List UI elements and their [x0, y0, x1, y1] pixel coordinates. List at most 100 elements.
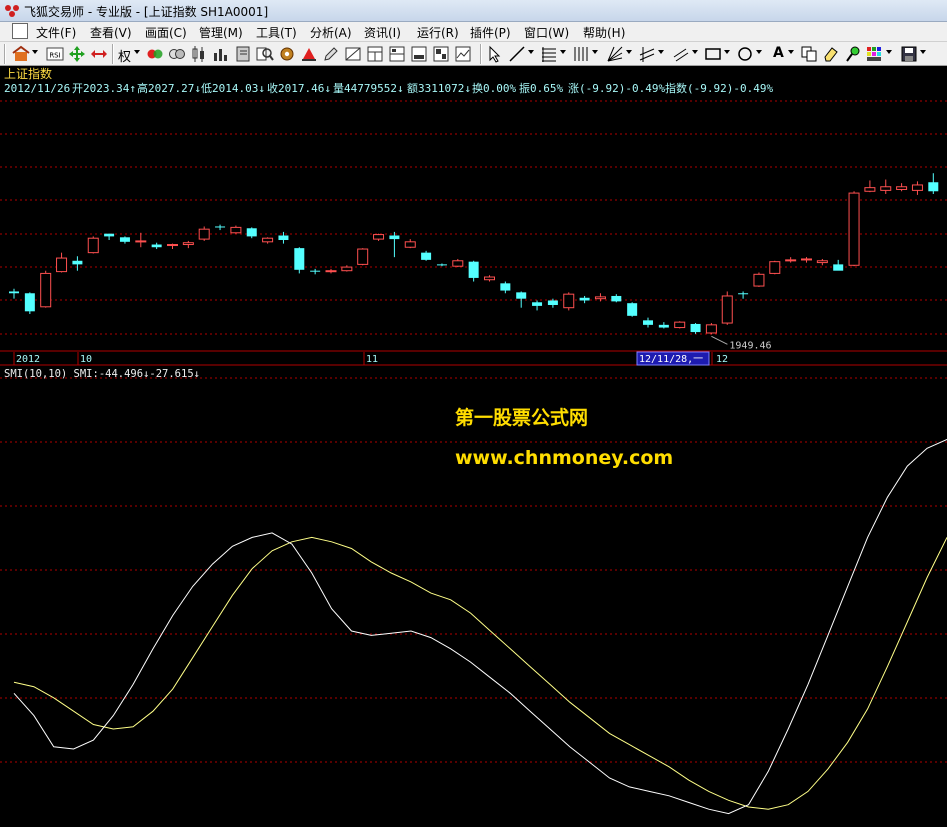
home-icon[interactable] — [12, 45, 30, 63]
menu-bar: 文件(F) 查看(V) 画面(C) 管理(M) 工具(T) 分析(A) 资讯(I… — [0, 22, 947, 42]
menu-manage[interactable]: 管理(M) — [199, 24, 243, 41]
layout-3-icon[interactable] — [410, 45, 428, 63]
line-tool-icon[interactable] — [508, 45, 526, 63]
candle-body — [896, 186, 908, 190]
text-tool-dropdown-icon[interactable] — [788, 50, 794, 54]
menu-file[interactable]: 文件(F) — [36, 24, 76, 41]
move-icon[interactable] — [68, 45, 86, 63]
channel-tool-dropdown-icon[interactable] — [658, 50, 664, 54]
menu-tools[interactable]: 工具(T) — [256, 24, 297, 41]
candle — [721, 291, 733, 325]
menu-run[interactable]: 运行(R) — [417, 24, 459, 41]
window-title: 飞狐交易师 - 专业版 - [上证指数 SH1A0001] — [24, 5, 269, 19]
candle — [769, 260, 781, 275]
candle-body — [658, 324, 669, 328]
candle-body — [452, 260, 464, 267]
line-tool-dropdown-icon[interactable] — [528, 50, 534, 54]
menu-info[interactable]: 资讯(I) — [364, 24, 401, 41]
search-icon[interactable] — [256, 45, 274, 63]
candle — [421, 250, 432, 261]
candle-body — [532, 302, 543, 306]
channel-tool-icon[interactable] — [638, 45, 656, 63]
candle — [452, 258, 464, 268]
pointer-icon[interactable] — [486, 45, 504, 63]
bars-icon[interactable] — [212, 45, 230, 63]
save-icon[interactable] — [900, 45, 918, 63]
candle-body — [627, 303, 638, 316]
candle-body — [705, 324, 717, 334]
candle — [373, 233, 385, 241]
rsi-icon[interactable]: RSI — [46, 45, 64, 63]
candle-body — [594, 296, 606, 300]
layout-2-icon[interactable] — [388, 45, 406, 63]
fan-tool-dropdown-icon[interactable] — [626, 50, 632, 54]
candle-body — [87, 237, 99, 254]
width-icon[interactable] — [90, 45, 108, 63]
rect-tool-dropdown-icon[interactable] — [724, 50, 730, 54]
candle — [500, 281, 511, 294]
layout-1-icon[interactable] — [366, 45, 384, 63]
candle-body — [738, 293, 749, 295]
fan-tool-icon[interactable] — [606, 45, 624, 63]
vlines-tool-dropdown-icon[interactable] — [592, 50, 598, 54]
app-logo-icon — [5, 5, 19, 17]
candle — [484, 275, 495, 282]
restore-rights-dropdown-icon[interactable] — [134, 50, 140, 54]
candle — [357, 248, 369, 266]
restore-rights-button[interactable]: 权 — [118, 46, 131, 65]
candle — [468, 260, 479, 282]
menu-view[interactable]: 查看(V) — [90, 24, 132, 41]
book-icon[interactable] — [234, 45, 252, 63]
text-tool-button[interactable]: A — [773, 45, 784, 61]
candle-body — [436, 264, 447, 266]
vlines-tool-icon[interactable] — [572, 45, 590, 63]
menu-plugins[interactable]: 插件(P) — [470, 24, 511, 41]
kline-icon[interactable] — [190, 45, 208, 63]
parallel-tool-dropdown-icon[interactable] — [692, 50, 698, 54]
palette-icon[interactable] — [866, 45, 884, 63]
candle — [579, 295, 590, 304]
info-line: 2012/11/26 开2023.34↑ 高2027.27↓ 低2014.03↓… — [4, 81, 773, 95]
price-grid — [0, 100, 947, 335]
mdi-child-icon[interactable] — [12, 23, 28, 39]
copy-icon[interactable] — [800, 45, 818, 63]
candle — [436, 263, 447, 267]
ruler-icon[interactable] — [344, 45, 362, 63]
parallel-tool-icon[interactable] — [672, 45, 690, 63]
info-date: 2012/11/26 — [4, 82, 70, 95]
pen-icon[interactable] — [322, 45, 340, 63]
overlay-icon[interactable] — [168, 45, 186, 63]
main-panel-title: 上证指数 — [4, 66, 52, 81]
chart-area[interactable]: 上证指数 2012/11/26 开2023.34↑ 高2027.27↓ 低201… — [0, 66, 947, 827]
save-dropdown-icon[interactable] — [920, 50, 926, 54]
candle — [753, 272, 765, 287]
menu-window[interactable]: 窗口(W) — [524, 24, 569, 41]
brush-icon[interactable] — [844, 45, 862, 63]
home-dropdown-icon[interactable] — [32, 50, 38, 54]
menu-analysis[interactable]: 分析(A) — [310, 24, 352, 41]
rect-tool-icon[interactable] — [704, 45, 722, 63]
candle — [151, 242, 162, 250]
fib-tool-icon[interactable] — [540, 45, 558, 63]
candle-body — [294, 248, 305, 270]
gear-icon[interactable] — [278, 45, 296, 63]
candle-body — [484, 276, 495, 281]
layout-4-icon[interactable] — [432, 45, 450, 63]
candle — [674, 321, 686, 329]
eraser-icon[interactable] — [822, 45, 840, 63]
indicator-grid — [0, 377, 947, 763]
ellipse-tool-icon[interactable] — [736, 45, 754, 63]
palette-dropdown-icon[interactable] — [886, 50, 892, 54]
fib-tool-dropdown-icon[interactable] — [560, 50, 566, 54]
candle — [690, 323, 701, 334]
candle-body — [579, 297, 590, 301]
candle-body — [785, 259, 797, 262]
line-chart-icon[interactable] — [454, 45, 472, 63]
menu-help[interactable]: 帮助(H) — [583, 24, 625, 41]
candle-body — [278, 235, 289, 241]
menu-screen[interactable]: 画面(C) — [145, 24, 187, 41]
candle-body — [721, 295, 733, 324]
compare-icon[interactable] — [146, 45, 164, 63]
alarm-icon[interactable] — [300, 45, 318, 63]
ellipse-tool-dropdown-icon[interactable] — [756, 50, 762, 54]
